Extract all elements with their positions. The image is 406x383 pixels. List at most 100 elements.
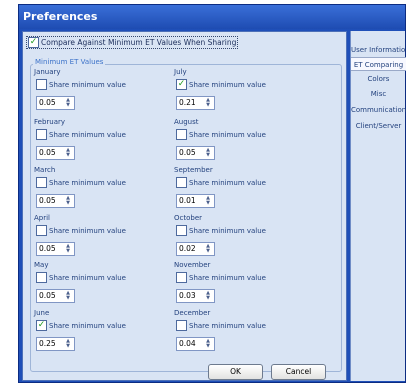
spinner-arrows[interactable]: ▲ ▼ bbox=[202, 97, 214, 109]
may-value-spinner[interactable]: 0.05 ▲ ▼ bbox=[36, 289, 75, 303]
ok-button[interactable]: OK bbox=[208, 364, 263, 380]
january-value-spinner[interactable]: 0.05 ▲ ▼ bbox=[36, 96, 75, 110]
spinner-arrows[interactable]: ▲ ▼ bbox=[202, 338, 214, 350]
arrow-down-icon[interactable]: ▼ bbox=[206, 296, 210, 301]
share-label: Share minimum value bbox=[49, 321, 126, 330]
november-value-spinner[interactable]: 0.03 ▲ ▼ bbox=[176, 289, 215, 303]
share-checkbox-box[interactable] bbox=[176, 177, 187, 188]
spinner-value[interactable]: 0.03 bbox=[177, 290, 202, 302]
spinner-arrows[interactable]: ▲ ▼ bbox=[62, 97, 74, 109]
share-checkbox-box[interactable] bbox=[176, 272, 187, 283]
cancel-button[interactable]: Cancel bbox=[271, 364, 326, 380]
arrow-down-icon[interactable]: ▼ bbox=[206, 153, 210, 158]
month-label: December bbox=[174, 309, 211, 317]
share-checkbox-box[interactable] bbox=[36, 79, 47, 90]
share-minimum-september-checkbox[interactable]: Share minimum value bbox=[176, 177, 266, 188]
arrow-down-icon[interactable]: ▼ bbox=[66, 344, 70, 349]
spinner-value[interactable]: 0.25 bbox=[37, 338, 62, 350]
window-title: Preferences bbox=[23, 10, 98, 23]
share-checkbox-box[interactable] bbox=[176, 129, 187, 140]
nav-item-et-comparing[interactable]: ET Comparing bbox=[351, 57, 406, 71]
month-label: October bbox=[174, 214, 203, 222]
february-value-spinner[interactable]: 0.05 ▲ ▼ bbox=[36, 146, 75, 160]
share-label: Share minimum value bbox=[49, 80, 126, 89]
share-minimum-january-checkbox[interactable]: Share minimum value bbox=[36, 79, 126, 90]
spinner-value[interactable]: 0.05 bbox=[177, 147, 202, 159]
spinner-value[interactable]: 0.02 bbox=[177, 243, 202, 255]
spinner-arrows[interactable]: ▲ ▼ bbox=[202, 147, 214, 159]
spinner-arrows[interactable]: ▲ ▼ bbox=[202, 195, 214, 207]
october-value-spinner[interactable]: 0.02 ▲ ▼ bbox=[176, 242, 215, 256]
nav-item-client-server[interactable]: Client/Server bbox=[351, 119, 406, 133]
june-value-spinner[interactable]: 0.25 ▲ ▼ bbox=[36, 337, 75, 351]
month-march: March Share minimum value 0.05 ▲ ▼ bbox=[34, 166, 164, 216]
share-minimum-may-checkbox[interactable]: Share minimum value bbox=[36, 272, 126, 283]
month-april: April Share minimum value 0.05 ▲ ▼ bbox=[34, 214, 164, 264]
compare-checkbox-box[interactable]: ✓ bbox=[28, 37, 39, 48]
july-value-spinner[interactable]: 0.21 ▲ ▼ bbox=[176, 96, 215, 110]
share-label: Share minimum value bbox=[189, 321, 266, 330]
spinner-value[interactable]: 0.04 bbox=[177, 338, 202, 350]
nav-item-colors[interactable]: Colors bbox=[351, 72, 406, 86]
spinner-value[interactable]: 0.05 bbox=[37, 147, 62, 159]
march-value-spinner[interactable]: 0.05 ▲ ▼ bbox=[36, 194, 75, 208]
compare-minimum-et-checkbox[interactable]: ✓ Compare Against Minimum ET Values When… bbox=[26, 36, 238, 49]
share-checkbox-box[interactable] bbox=[36, 129, 47, 140]
spinner-value[interactable]: 0.05 bbox=[37, 290, 62, 302]
share-checkbox-box[interactable] bbox=[36, 177, 47, 188]
share-minimum-july-checkbox[interactable]: ✓ Share minimum value bbox=[176, 79, 266, 90]
share-minimum-april-checkbox[interactable]: Share minimum value bbox=[36, 225, 126, 236]
arrow-down-icon[interactable]: ▼ bbox=[206, 249, 210, 254]
spinner-value[interactable]: 0.21 bbox=[177, 97, 202, 109]
share-minimum-august-checkbox[interactable]: Share minimum value bbox=[176, 129, 266, 140]
title-bar[interactable]: Preferences bbox=[19, 5, 405, 29]
share-checkbox-box[interactable] bbox=[176, 320, 187, 331]
spinner-arrows[interactable]: ▲ ▼ bbox=[62, 243, 74, 255]
month-label: September bbox=[174, 166, 213, 174]
share-checkbox-box[interactable] bbox=[36, 272, 47, 283]
arrow-down-icon[interactable]: ▼ bbox=[66, 249, 70, 254]
spinner-value[interactable]: 0.05 bbox=[37, 195, 62, 207]
share-minimum-march-checkbox[interactable]: Share minimum value bbox=[36, 177, 126, 188]
september-value-spinner[interactable]: 0.01 ▲ ▼ bbox=[176, 194, 215, 208]
arrow-down-icon[interactable]: ▼ bbox=[206, 201, 210, 206]
spinner-value[interactable]: 0.01 bbox=[177, 195, 202, 207]
spinner-arrows[interactable]: ▲ ▼ bbox=[62, 147, 74, 159]
preferences-window: Preferences ✓ Compare Against Minimum ET… bbox=[18, 4, 406, 383]
month-label: May bbox=[34, 261, 49, 269]
share-checkbox-box[interactable] bbox=[36, 225, 47, 236]
share-minimum-october-checkbox[interactable]: Share minimum value bbox=[176, 225, 266, 236]
arrow-down-icon[interactable]: ▼ bbox=[66, 153, 70, 158]
share-minimum-december-checkbox[interactable]: Share minimum value bbox=[176, 320, 266, 331]
arrow-down-icon[interactable]: ▼ bbox=[206, 344, 210, 349]
spinner-value[interactable]: 0.05 bbox=[37, 97, 62, 109]
spinner-arrows[interactable]: ▲ ▼ bbox=[62, 338, 74, 350]
spinner-arrows[interactable]: ▲ ▼ bbox=[202, 290, 214, 302]
et-comparing-panel: ✓ Compare Against Minimum ET Values When… bbox=[22, 31, 347, 381]
share-minimum-june-checkbox[interactable]: ✓ Share minimum value bbox=[36, 320, 126, 331]
share-minimum-february-checkbox[interactable]: Share minimum value bbox=[36, 129, 126, 140]
month-august: August Share minimum value 0.05 ▲ ▼ bbox=[174, 118, 304, 168]
arrow-down-icon[interactable]: ▼ bbox=[66, 103, 70, 108]
december-value-spinner[interactable]: 0.04 ▲ ▼ bbox=[176, 337, 215, 351]
share-checkbox-box[interactable]: ✓ bbox=[176, 79, 187, 90]
share-checkbox-box[interactable] bbox=[176, 225, 187, 236]
april-value-spinner[interactable]: 0.05 ▲ ▼ bbox=[36, 242, 75, 256]
arrow-down-icon[interactable]: ▼ bbox=[66, 296, 70, 301]
spinner-value[interactable]: 0.05 bbox=[37, 243, 62, 255]
nav-item-user-information[interactable]: User Information bbox=[351, 43, 406, 57]
nav-item-communications[interactable]: Communications bbox=[351, 103, 406, 117]
spinner-arrows[interactable]: ▲ ▼ bbox=[62, 290, 74, 302]
nav-item-misc[interactable]: Misc bbox=[351, 87, 406, 101]
check-icon: ✓ bbox=[177, 79, 186, 89]
spinner-arrows[interactable]: ▲ ▼ bbox=[62, 195, 74, 207]
spinner-arrows[interactable]: ▲ ▼ bbox=[202, 243, 214, 255]
share-checkbox-box[interactable]: ✓ bbox=[36, 320, 47, 331]
share-minimum-november-checkbox[interactable]: Share minimum value bbox=[176, 272, 266, 283]
month-may: May Share minimum value 0.05 ▲ ▼ bbox=[34, 261, 164, 311]
month-february: February Share minimum value 0.05 ▲ ▼ bbox=[34, 118, 164, 168]
arrow-down-icon[interactable]: ▼ bbox=[66, 201, 70, 206]
august-value-spinner[interactable]: 0.05 ▲ ▼ bbox=[176, 146, 215, 160]
group-title: Minimum ET Values bbox=[33, 58, 106, 66]
arrow-down-icon[interactable]: ▼ bbox=[206, 103, 210, 108]
